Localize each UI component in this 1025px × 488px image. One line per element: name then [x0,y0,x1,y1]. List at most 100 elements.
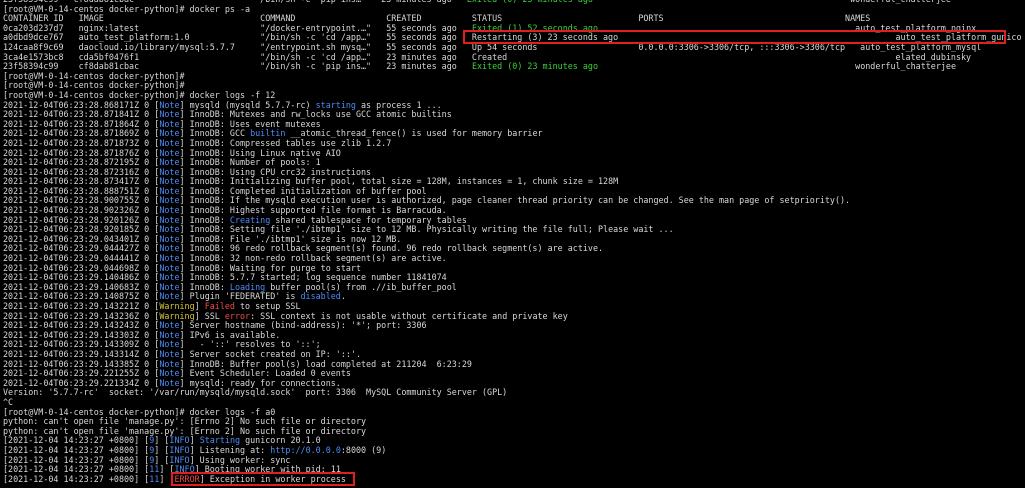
terminal-line: [2021-12-04 14:23:27 +0800] [9] [INFO] U… [3,456,1023,466]
colored-text-blue: Note [159,254,180,264]
terminal-line: 2021-12-04T06:23:29.043401Z 0 [Note] Inn… [3,235,1023,245]
line-text: [2021-12-04 14:23:27 +0800] [ [3,445,150,455]
terminal-line: [2021-12-04 14:23:27 +0800] [9] [INFO] L… [3,446,1023,456]
line-text: 23f58394c99 cf8dab81cbac "/bin/sh -c 'pi… [3,0,467,4]
colored-text-blue: http://0.0.0.0 [270,445,341,455]
colored-text-red: error [224,311,251,321]
line-text: ] Using worker: sync [189,455,291,465]
line-text: . [340,292,346,302]
line-text: ] Exception in worker process [199,474,346,484]
terminal-line: 2021-12-04T06:23:28.871864Z 0 [Note] Inn… [3,120,1023,130]
line-text: 2021-12-04T06:23:29.044698Z 0 [ [3,263,160,273]
terminal-line: 2021-12-04T06:23:28.888751Z 0 [Note] Inn… [3,187,1023,197]
line-text: ] InnoDB: Waiting for purge to start [179,263,362,273]
terminal-line: 2021-12-04T06:23:28.920185Z 0 [Note] Inn… [3,225,1023,235]
line-text: 2021-12-04T06:23:28.871869Z 0 [ [3,129,160,139]
colored-text-blue: Note [159,119,180,129]
colored-text-blue: Note [159,273,180,283]
terminal-line: [2021-12-04 14:23:27 +0800] [9] [INFO] S… [3,436,1023,446]
colored-text-blue: Note [159,359,180,369]
line-text: [2021-12-04 14:23:27 +0800] [ [3,474,150,484]
line-text: ] [ [159,474,175,484]
colored-text-blue: Note [159,340,180,350]
line-text: ] InnoDB: If the mysqld execution user i… [179,196,851,206]
line-text: ] [ [154,455,170,465]
line-text: wonderful_chatterjee [593,0,951,4]
colored-text-blue: Note [159,196,180,206]
terminal-line: 2021-12-04T06:23:29.143236Z 0 [Warning] … [3,312,1023,322]
terminal-line: a0dbd9dce767 auto_test_platform:1.0 "/bi… [3,33,1023,43]
colored-text-blue: Note [159,148,180,158]
line-text: ] InnoDB: Using Linux native AIO [179,148,341,158]
colored-text-green: Exited (0) 23 minutes ago [471,62,598,72]
colored-text-blue: Starting [199,436,241,446]
terminal-line: ^C [3,398,1023,408]
line-text: ] InnoDB: Mutexes and rw_locks use GCC a… [179,110,452,120]
colored-text-blue: Note [159,330,180,340]
terminal-line: 2021-12-04T06:23:29.221334Z 0 [Note] mys… [3,379,1023,389]
line-text: shared tablespace for temporary tables [270,215,467,225]
line-text: 2021-12-04T06:23:29.140875Z 0 [ [3,292,160,302]
terminal-line: 3ca4e1573bc8 cda5bf0476f1 "/bin/sh -c 'c… [3,53,1023,63]
line-text: Version: '5.7.7-rc' socket: '/var/run/my… [3,388,508,398]
line-text: gunicorn 20.1.0 [240,436,321,446]
terminal-output[interactable]: 23f58394c99 cf8dab81cbac "/bin/sh -c 'pi… [3,0,1023,484]
colored-text-blue: INFO [169,445,190,455]
terminal-line: 2021-12-04T06:23:29.143385Z 0 [Note] Inn… [3,360,1023,370]
terminal-line: 2021-12-04T06:23:29.143243Z 0 [Note] Ser… [3,321,1023,331]
terminal-line: 2021-12-04T06:23:29.143314Z 0 [Note] Ser… [3,350,1023,360]
terminal-line: 2021-12-04T06:23:28.871876Z 0 [Note] Inn… [3,149,1023,159]
colored-text-blue: Note [159,158,180,168]
colored-text-red: ERROR [174,474,200,484]
line-text: 2021-12-04T06:23:29.143236Z 0 [ [3,311,160,321]
terminal-line: 2021-12-04T06:23:28.871841Z 0 [Note] Inn… [3,110,1023,120]
terminal-line: [2021-12-04 14:23:27 +0800] [11] [INFO] … [3,465,1023,475]
line-text: [root@VM-0-14-centos docker-python]# doc… [3,90,276,100]
terminal-line: 2021-12-04T06:23:29.143303Z 0 [Note] IPv… [3,331,1023,341]
terminal-line: 2021-12-04T06:23:28.868171Z 0 [Note] mys… [3,101,1023,111]
line-text: ] InnoDB: Initializing buffer pool, tota… [179,177,619,187]
line-text: python: can't open file 'manage.py': [Er… [3,426,367,436]
line-text: ] InnoDB: 32 non-redo rollback segment(s… [179,254,447,264]
terminal-line: 2021-12-04T06:23:29.140486Z 0 [Note] Inn… [3,273,1023,283]
line-text: ] Booting worker with pid: 11 [194,465,341,475]
line-text: ] Server socket created on IP: '::'. [179,349,362,359]
terminal-line: 0ca203d237d7 nginx:latest "/docker-entry… [3,24,1023,34]
line-text: ] InnoDB: Compressed tables use zlib 1.2… [179,138,392,148]
colored-text-green: Exited (0) 23 minutes ago [467,0,593,4]
line-text: ] [ [159,465,175,475]
line-text: ] SSL [194,311,225,321]
colored-text-yellow: Warning [159,311,195,321]
line-text: 2021-12-04T06:23:28.888751Z 0 [ [3,186,160,196]
line-text: to setup SSL [234,302,301,311]
colored-text-blue: Note [159,177,180,187]
colored-text-blue: Creating [229,215,271,225]
line-text: 2021-12-04T06:23:28.873417Z 0 [ [3,177,160,187]
terminal-line: 2021-12-04T06:23:29.044427Z 0 [Note] Inn… [3,244,1023,254]
line-text: __atomic_thread_fence() is used for memo… [285,129,543,139]
line-text: ] Listening at: [189,445,271,455]
line-text: 2021-12-04T06:23:28.868171Z 0 [ [3,100,160,110]
terminal-line: 2021-12-04T06:23:28.900755Z 0 [Note] Inn… [3,196,1023,206]
line-text: [root@VM-0-14-centos docker-python]# [3,71,185,81]
terminal-line: [root@VM-0-14-centos docker-python]# doc… [3,91,1023,101]
line-text: wonderful_chatterjee [598,62,956,72]
line-text: 0ca203d237d7 nginx:latest "/docker-entry… [3,23,472,33]
line-text: ] [ [154,445,170,455]
terminal-line: 2021-12-04T06:23:28.871869Z 0 [Note] Inn… [3,129,1023,139]
line-text: 2021-12-04T06:23:28.871876Z 0 [ [3,148,160,158]
line-text: ] InnoDB: [179,215,230,225]
line-text: ] InnoDB: Uses event mutexes [179,119,321,129]
line-text: 2021-12-04T06:23:29.143314Z 0 [ [3,349,160,359]
line-text: ] IPv6 is available. [179,330,281,340]
line-text: [2021-12-04 14:23:27 +0800] [ [3,455,150,465]
colored-text-blue: Note [159,167,180,177]
line-text: 2021-12-04T06:23:29.140486Z 0 [ [3,273,160,283]
line-text: ] [ [154,436,170,446]
line-text: ] InnoDB: 5.7.7 started; log sequence nu… [179,273,447,283]
line-text: CONTAINER ID IMAGE COMMAND CREATED STATU… [3,14,871,24]
colored-text-blue: Note [159,129,180,139]
line-text: 124caa8f9c69 daocloud.io/library/mysql:5… [3,42,982,52]
line-text: 2021-12-04T06:23:29.221334Z 0 [ [3,378,160,388]
line-text: ] InnoDB: GCC [179,129,251,139]
